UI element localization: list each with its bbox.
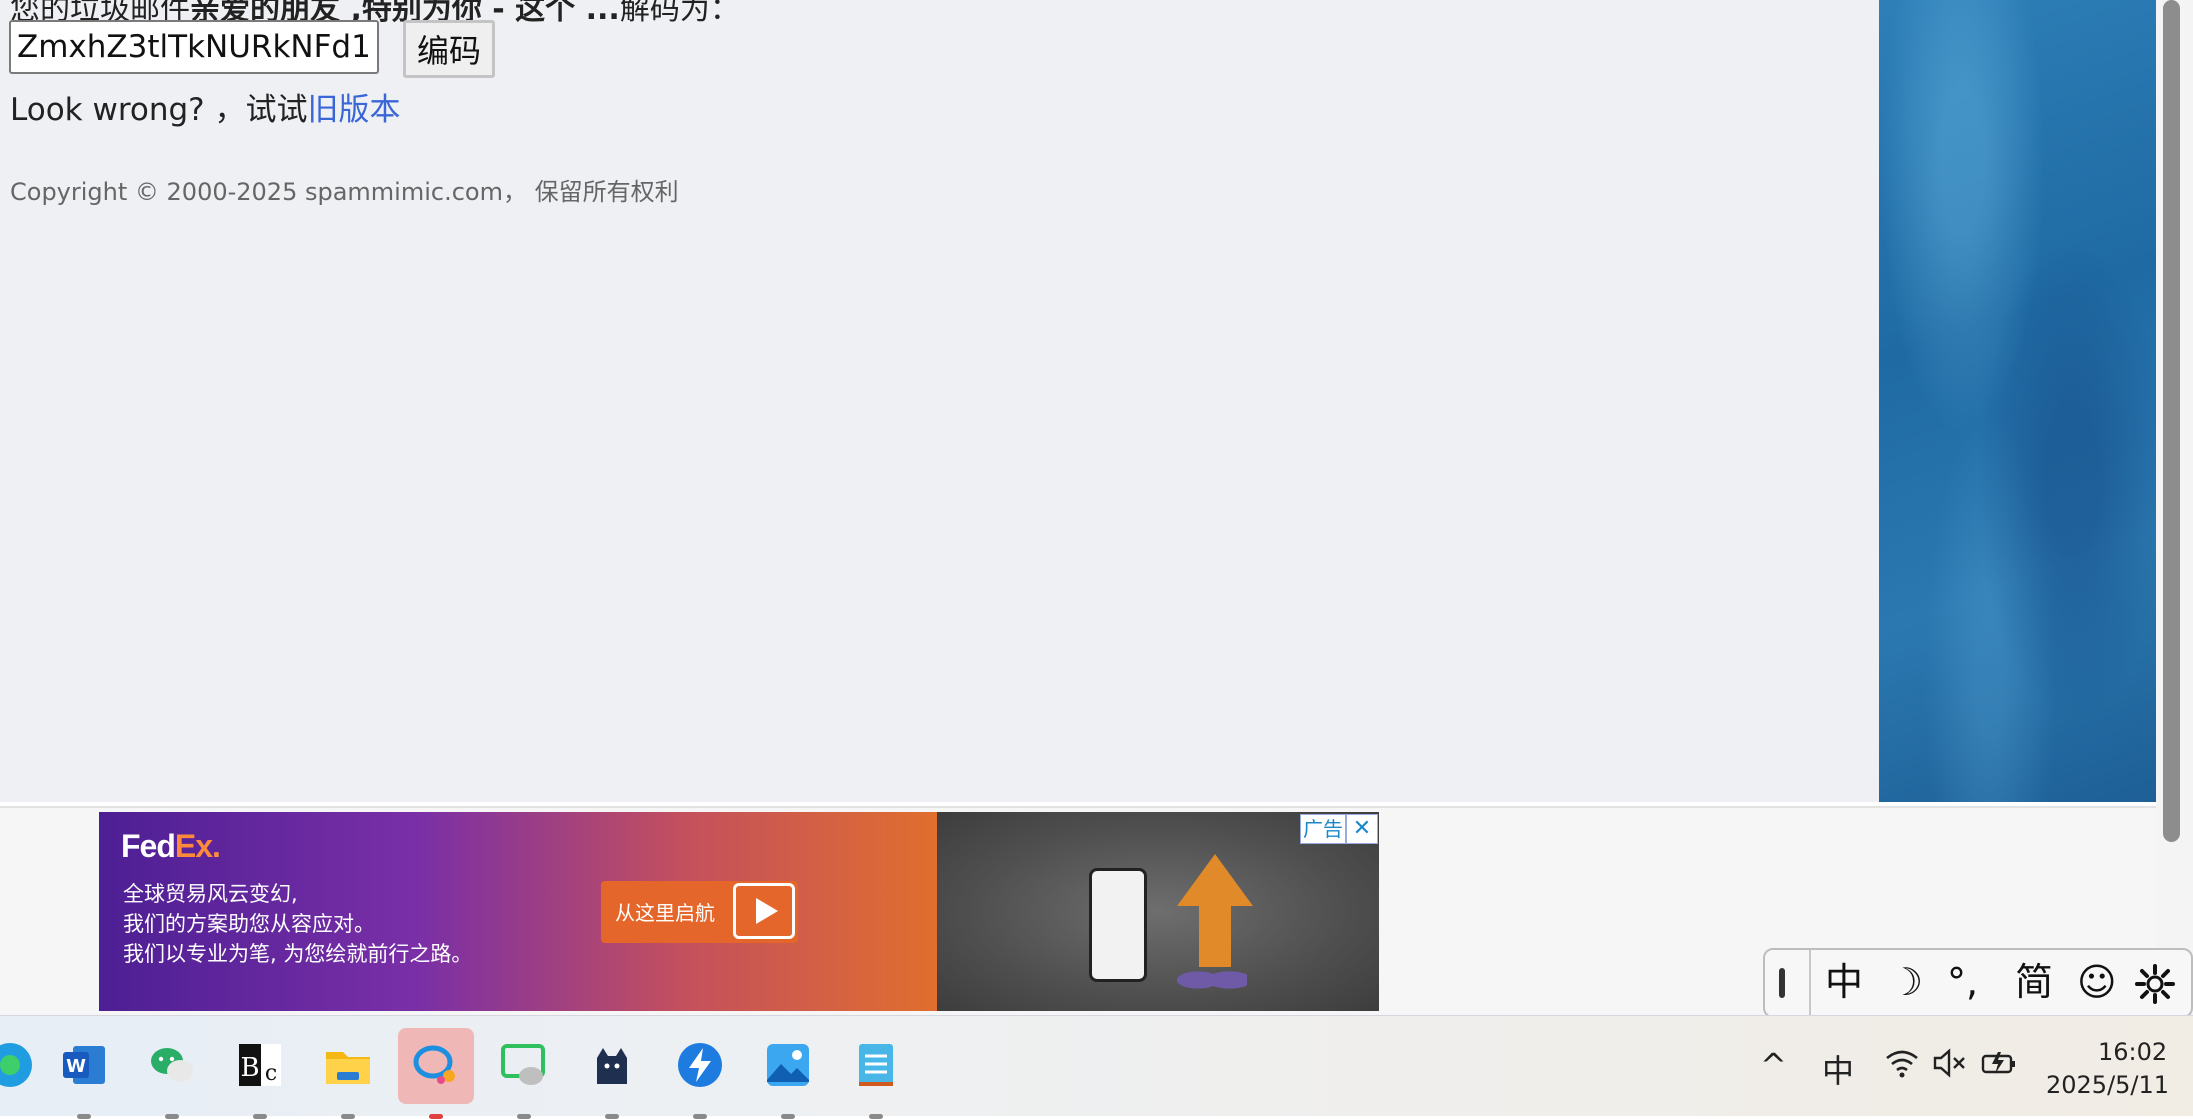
arrow-stem (1199, 905, 1231, 967)
cat-app[interactable] (574, 1028, 650, 1119)
punctuation-toggle[interactable]: °, (1947, 960, 1978, 1004)
play-icon (733, 883, 795, 939)
fedex-logo-ex: Ex. (174, 828, 221, 864)
fedex-logo: FedEx. (121, 828, 221, 865)
ime-divider (1809, 950, 1811, 1016)
wechat-app[interactable] (134, 1028, 210, 1119)
wifi-icon[interactable] (1884, 1048, 1920, 1078)
moon-icon[interactable]: ☽ (1889, 960, 1923, 1004)
file-explorer-icon (326, 1052, 370, 1084)
emoji-icon[interactable]: ☺ (2077, 960, 2117, 1004)
encode-button[interactable]: 编码 (403, 20, 495, 78)
ad-text-line: 我们的方案助您从容应对。 (123, 912, 375, 936)
fedex-ad-banner[interactable]: FedEx. 全球贸易风云变幻, 我们的方案助您从容应对。 我们以专业为笔, 为… (99, 812, 1379, 1011)
ad-text-line: 我们以专业为笔, 为您绘就前行之路。 (123, 942, 473, 966)
ad-left-panel: FedEx. 全球贸易风云变幻, 我们的方案助您从容应对。 我们以专业为笔, 为… (99, 812, 937, 1011)
charset-toggle[interactable]: 简 (2015, 960, 2053, 1004)
word-icon: W (63, 1046, 105, 1084)
svg-text:B: B (240, 1053, 259, 1083)
ad-badge: 广告 (1300, 814, 1346, 844)
chat-bubble-app[interactable] (486, 1028, 562, 1119)
photos-app[interactable] (750, 1028, 826, 1119)
shoes-image (1177, 960, 1247, 1000)
bc-app[interactable]: Bc (222, 1028, 298, 1119)
look-wrong-text: Look wrong? ，试试 (10, 92, 308, 128)
webpage-content: 您的垃圾邮件亲爱的朋友 ,特别为你 - 这个 ...解码为： 编码 Look w… (0, 0, 1879, 802)
old-version-link[interactable]: 旧版本 (307, 92, 400, 128)
clock-time[interactable]: 16:02 (2098, 1038, 2167, 1066)
ad-text-line: 全球贸易风云变幻, (123, 882, 298, 906)
ime-mode-toggle[interactable]: 中 (1825, 960, 1863, 1004)
ad-cta-label: 从这里启航 (615, 901, 715, 925)
clock-date[interactable]: 2025/5/11 (2046, 1071, 2169, 1099)
file-explorer-app[interactable] (310, 1028, 386, 1119)
decorative-side-panel (1879, 0, 2156, 802)
notepad-icon (859, 1044, 893, 1086)
photos-icon (767, 1044, 809, 1086)
lightning-icon (678, 1043, 722, 1087)
chat-app[interactable] (398, 1028, 474, 1119)
look-wrong-line: Look wrong? ，试试旧版本 (10, 84, 400, 129)
taskbar: W Bc ^ 中 16:02 2025/5/11 (0, 1015, 2193, 1119)
lightning-app[interactable] (662, 1028, 738, 1119)
edge-app[interactable] (0, 1028, 48, 1104)
ad-close-icon[interactable]: ✕ (1346, 814, 1378, 844)
bc-icon: Bc (239, 1044, 281, 1086)
cat-icon (597, 1048, 627, 1084)
fedex-logo-fed: Fed (121, 828, 176, 864)
word-app[interactable]: W (46, 1028, 122, 1119)
chat-icon (413, 1045, 455, 1084)
decoded-suffix: 解码为： (619, 0, 740, 27)
ad-cta-button[interactable]: 从这里启航 (601, 881, 798, 943)
volume-muted-icon[interactable] (1932, 1048, 1968, 1078)
ime-toolbar: 中 ☽ °, 简 ☺ (1763, 948, 2193, 1018)
svg-text:W: W (66, 1056, 86, 1077)
notepad-app[interactable] (838, 1028, 914, 1119)
copyright-text: Copyright © 2000-2025 spammimic.com， 保留所… (10, 178, 679, 206)
wechat-icon (151, 1048, 193, 1082)
edge-icon (0, 1043, 32, 1087)
phone-image (1089, 868, 1147, 982)
ime-indicator[interactable]: 中 (1822, 1046, 1854, 1092)
arrow-up-icon (1177, 854, 1253, 906)
chevron-up-icon[interactable]: ^ (1760, 1046, 1787, 1084)
code-input[interactable] (9, 20, 379, 74)
battery-charging-icon[interactable] (1980, 1048, 2018, 1078)
scrollbar-thumb[interactable] (2163, 0, 2180, 842)
gear-icon[interactable] (2135, 964, 2175, 1004)
svg-text:c: c (265, 1061, 277, 1086)
drag-handle-icon[interactable] (1779, 968, 1785, 998)
chat-bubble-icon (501, 1044, 545, 1085)
